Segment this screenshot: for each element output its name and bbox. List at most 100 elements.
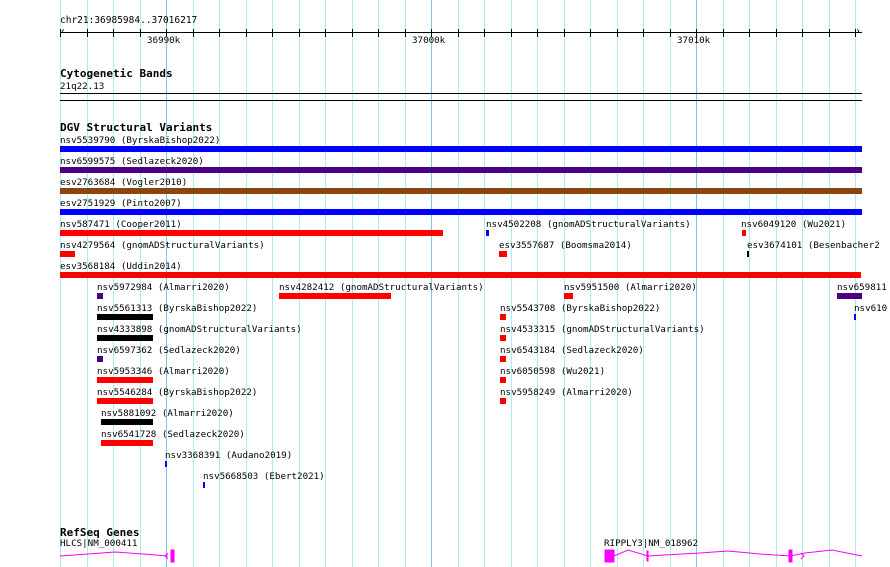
grid-line <box>537 0 538 567</box>
ruler-axis <box>60 32 862 33</box>
variant-feature-bar[interactable] <box>60 146 862 152</box>
ruler-tick <box>802 29 803 37</box>
ruler-tick <box>299 29 300 37</box>
variant-feature-bar[interactable] <box>60 230 443 236</box>
feature-label: nsv5561313 (ByrskaBishop2022) <box>97 303 258 314</box>
feature-label: nsv6049120 (Wu2021) <box>741 219 847 230</box>
variant-feature-bar[interactable] <box>747 251 749 257</box>
variant-feature-bar[interactable] <box>60 167 862 173</box>
grid-line <box>484 0 485 567</box>
feature-label: nsv4282412 (gnomADStructuralVariants) <box>279 282 484 293</box>
variant-feature-bar[interactable] <box>500 356 506 362</box>
feature-label: nsv6597362 (Sedlazeck2020) <box>97 345 241 356</box>
ruler-tick <box>564 29 565 37</box>
feature-label: nsv610 <box>854 303 888 314</box>
ruler-tick <box>246 29 247 37</box>
tick-label: 37010k <box>677 35 711 46</box>
ruler-tick <box>60 29 61 37</box>
refseq-gene-models[interactable] <box>0 545 890 567</box>
feature-label: nsv6541728 (Sedlazeck2020) <box>101 429 245 440</box>
variant-feature-bar[interactable] <box>500 314 506 320</box>
feature-label: esv2751929 (Pinto2007) <box>60 198 182 209</box>
ruler-tick <box>484 29 485 37</box>
feature-label: nsv4502208 (gnomADStructuralVariants) <box>486 219 691 230</box>
feature-label: esv2763684 (Vogler2010) <box>60 177 188 188</box>
variant-feature-bar[interactable] <box>60 188 862 194</box>
gene-ripply3-exon <box>788 549 793 563</box>
gene-hlcs-exon <box>170 549 175 563</box>
feature-label: nsv6599575 (Sedlazeck2020) <box>60 156 204 167</box>
grid-line <box>829 0 830 567</box>
gene-ripply3-exon <box>604 549 615 563</box>
variant-feature-bar[interactable] <box>499 251 507 257</box>
variant-feature-bar[interactable] <box>500 377 506 383</box>
grid-line <box>802 0 803 567</box>
feature-label: nsv5881092 (Almarri2020) <box>101 408 234 419</box>
ruler-tick <box>87 29 88 37</box>
track-title-cytogenetic-bands[interactable]: Cytogenetic Bands <box>60 67 173 80</box>
ruler-tick <box>749 29 750 37</box>
feature-label: nsv5951500 (Almarri2020) <box>564 282 697 293</box>
ruler-tick <box>511 29 512 37</box>
feature-label: nsv6050598 (Wu2021) <box>500 366 606 377</box>
gene-ripply3-strand-arrow <box>800 552 805 560</box>
feature-label: esv3674101 (Besenbacher2 <box>747 240 880 251</box>
variant-feature-bar[interactable] <box>500 335 506 341</box>
feature-label: nsv3368391 (Audano2019) <box>165 450 293 461</box>
feature-label: nsv4533315 (gnomADStructuralVariants) <box>500 324 705 335</box>
variant-feature-bar[interactable] <box>60 251 75 257</box>
ruler-tick <box>219 29 220 37</box>
variant-feature-bar[interactable] <box>500 398 506 404</box>
track-title-dgv-structural-variants[interactable]: DGV Structural Variants <box>60 121 212 134</box>
variant-feature-bar[interactable] <box>837 293 862 299</box>
variant-feature-bar[interactable] <box>97 314 153 320</box>
ruler-tick <box>458 29 459 37</box>
feature-label: nsv5543708 (ByrskaBishop2022) <box>500 303 661 314</box>
ruler-tick <box>325 29 326 37</box>
variant-feature-bar[interactable] <box>203 482 205 488</box>
feature-label: nsv6543184 (Sedlazeck2020) <box>500 345 644 356</box>
ruler-tick <box>643 29 644 37</box>
feature-label: esv3568184 (Uddin2014) <box>60 261 182 272</box>
ruler-tick <box>723 29 724 37</box>
gene-ripply3-exon <box>646 550 649 562</box>
variant-feature-bar[interactable] <box>97 398 153 404</box>
ruler-tick <box>113 29 114 37</box>
variant-feature-bar[interactable] <box>101 440 153 446</box>
variant-feature-bar[interactable] <box>60 272 861 278</box>
variant-feature-bar[interactable] <box>101 419 153 425</box>
ruler-tick <box>617 29 618 37</box>
variant-feature-bar[interactable] <box>97 293 103 299</box>
ruler-tick <box>140 29 141 37</box>
ruler-tick <box>272 29 273 37</box>
variant-feature-bar[interactable] <box>564 293 573 299</box>
feature-label: nsv5546284 (ByrskaBishop2022) <box>97 387 258 398</box>
ruler-tick <box>590 29 591 37</box>
cytoband-label: 21q22.13 <box>60 81 105 92</box>
variant-feature-bar[interactable] <box>165 461 167 467</box>
gene-hlcs-introns <box>59 551 169 557</box>
variant-feature-bar[interactable] <box>486 230 489 236</box>
ruler-tick <box>405 29 406 37</box>
feature-label: nsv5668503 (Ebert2021) <box>203 471 325 482</box>
ruler-tick <box>193 29 194 37</box>
grid-line <box>723 0 724 567</box>
variant-feature-bar[interactable] <box>97 356 103 362</box>
feature-label: nsv5539790 (ByrskaBishop2022) <box>60 135 221 146</box>
ruler-tick <box>670 29 671 37</box>
grid-line <box>749 0 750 567</box>
feature-label: nsv5958249 (Almarri2020) <box>500 387 633 398</box>
feature-label: nsv587471 (Cooper2011) <box>60 219 182 230</box>
variant-feature-bar[interactable] <box>279 293 391 299</box>
gene-ripply3-introns <box>613 549 863 557</box>
grid-line <box>776 0 777 567</box>
variant-feature-bar[interactable] <box>60 209 862 215</box>
ruler-tick <box>378 29 379 37</box>
variant-feature-bar[interactable] <box>742 230 746 236</box>
variant-feature-bar[interactable] <box>97 377 153 383</box>
variant-feature-bar[interactable] <box>97 335 153 341</box>
ruler-tick <box>829 29 830 37</box>
ruler-tick <box>352 29 353 37</box>
feature-label: esv3557687 (Boomsma2014) <box>499 240 632 251</box>
variant-feature-bar[interactable] <box>854 314 856 320</box>
